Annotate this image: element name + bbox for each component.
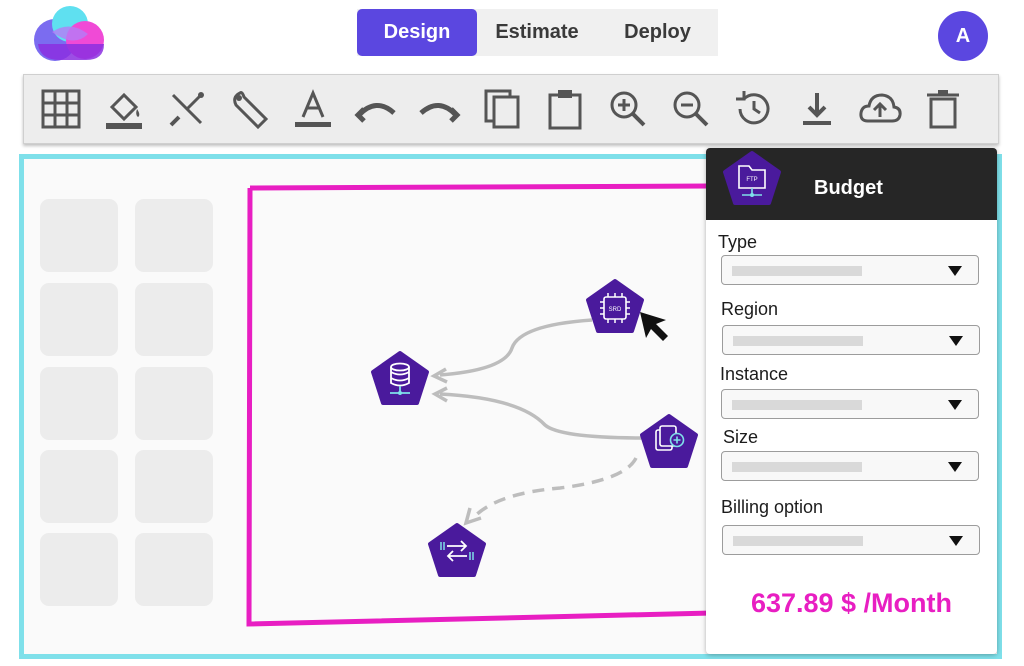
palette-tile[interactable] (135, 450, 213, 523)
copy-node[interactable] (639, 413, 699, 469)
panel-title: Budget (814, 177, 883, 199)
trash-icon (926, 90, 959, 129)
placeholder-bar (733, 336, 863, 346)
caret-down-icon (949, 536, 963, 546)
database-node[interactable] (370, 350, 430, 406)
placeholder-bar (732, 266, 862, 276)
cloud-upload-icon (858, 93, 902, 123)
zoom-out-icon (673, 91, 708, 127)
history-button[interactable] (729, 84, 778, 134)
region-label: Region (721, 299, 779, 319)
palette-tile[interactable] (40, 450, 118, 523)
history-icon (735, 91, 769, 125)
size-label: Size (723, 427, 759, 447)
monthly-price: 637.89 $ /Month (750, 588, 953, 618)
cloud-upload-button[interactable] (855, 84, 904, 134)
text-color-icon (294, 89, 331, 127)
ftp-icon: FTP (722, 150, 782, 206)
transfer-node[interactable] (427, 522, 487, 578)
placeholder-bar (733, 536, 863, 546)
type-label: Type (718, 232, 758, 252)
caret-down-icon (948, 462, 962, 472)
palette-tile[interactable] (40, 199, 118, 272)
copy-icon (484, 89, 519, 129)
instance-label: Instance (720, 364, 789, 384)
tab-deploy[interactable]: Deploy (597, 9, 718, 56)
paste-button[interactable] (540, 84, 589, 134)
paste-icon (548, 90, 581, 130)
budget-panel: FTP Budget Type Region Instance Size Bil… (706, 148, 997, 654)
palette-tile[interactable] (40, 367, 118, 440)
app-logo (30, 2, 106, 62)
palette-tile[interactable] (135, 283, 213, 356)
paint-bucket-icon (105, 92, 142, 129)
tools-icon (169, 92, 204, 127)
size-select[interactable] (721, 451, 979, 481)
settings-button[interactable] (225, 84, 274, 134)
zoom-out-button[interactable] (666, 84, 715, 134)
ftp-label: FTP (746, 177, 757, 183)
palette-tile[interactable] (40, 283, 118, 356)
region-select[interactable] (722, 325, 980, 355)
text-color-button[interactable] (288, 84, 337, 134)
tab-design[interactable]: Design (357, 9, 477, 56)
caret-down-icon (948, 400, 962, 410)
grid-icon (41, 89, 80, 129)
mouse-cursor-icon (636, 308, 672, 344)
wrench-icon (232, 91, 268, 130)
undo-button[interactable] (351, 84, 400, 134)
caret-down-icon (949, 336, 963, 346)
panel-header: FTP Budget (706, 148, 997, 220)
caret-down-icon (948, 266, 962, 276)
tab-estimate[interactable]: Estimate (477, 9, 597, 56)
billing-option-label: Billing option (721, 497, 824, 517)
zoom-in-button[interactable] (603, 84, 652, 134)
palette-tile[interactable] (135, 367, 213, 440)
cpu-label: SRD (609, 307, 622, 313)
user-avatar[interactable]: A (938, 11, 988, 61)
grid-button[interactable] (36, 84, 85, 134)
download-button[interactable] (792, 84, 841, 134)
placeholder-bar (732, 400, 862, 410)
type-select[interactable] (721, 255, 979, 285)
placeholder-bar (732, 462, 862, 472)
mode-tabs: Design Estimate Deploy (357, 9, 718, 56)
zoom-in-icon (610, 91, 645, 127)
download-icon (802, 93, 831, 125)
tools-button[interactable] (162, 84, 211, 134)
billing-option-select[interactable] (722, 525, 980, 555)
toolbar (23, 74, 999, 144)
copy-button[interactable] (477, 84, 526, 134)
redo-button[interactable] (414, 84, 463, 134)
delete-button[interactable] (918, 84, 967, 134)
fill-color-button[interactable] (99, 84, 148, 134)
palette-tile[interactable] (135, 199, 213, 272)
palette-tile[interactable] (135, 533, 213, 606)
redo-icon (418, 103, 461, 123)
palette-tile[interactable] (40, 533, 118, 606)
instance-select[interactable] (721, 389, 979, 419)
undo-icon (353, 103, 396, 123)
